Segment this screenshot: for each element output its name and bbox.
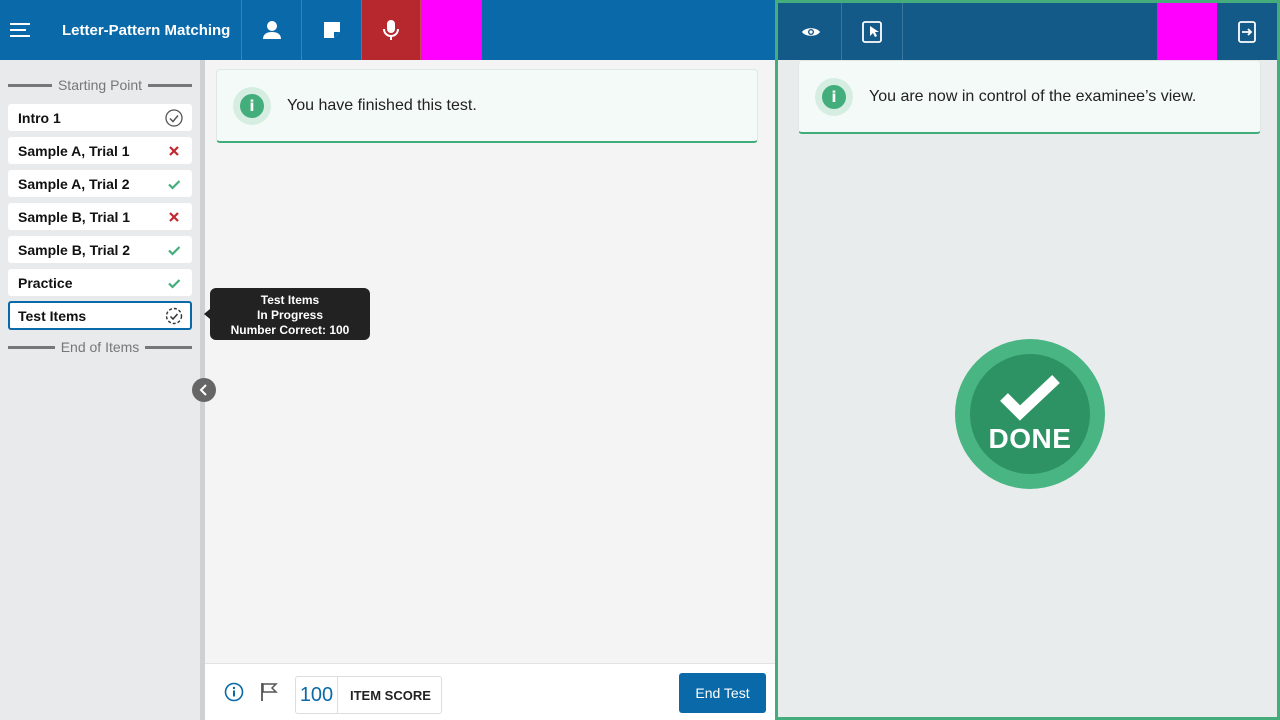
exit-examinee-button[interactable] xyxy=(1217,3,1277,60)
dashed-check-circle-icon xyxy=(165,307,183,325)
info-icon[interactable] xyxy=(224,682,244,702)
eye-icon xyxy=(802,27,820,36)
sidebar-item-test-items[interactable]: Test Items xyxy=(8,301,192,330)
examinee-control-button[interactable] xyxy=(842,3,903,60)
examinee-toolbar xyxy=(778,3,1277,60)
sidebar-item-intro-1[interactable]: Intro 1 xyxy=(8,104,192,131)
touch-screen-icon xyxy=(862,20,882,43)
starting-point-divider: Starting Point xyxy=(8,76,192,94)
sidebar-item-label: Sample B, Trial 2 xyxy=(18,241,131,258)
menu-icon xyxy=(10,23,30,37)
item-score-value[interactable]: 100 xyxy=(296,677,338,713)
end-test-button[interactable]: End Test xyxy=(679,673,766,713)
sidebar-item-label: Sample B, Trial 1 xyxy=(18,208,131,225)
sidebar-item-sample-b-trial-2[interactable]: Sample B, Trial 2 xyxy=(8,236,192,263)
exit-icon xyxy=(1238,20,1256,43)
check-icon xyxy=(168,246,181,256)
sidebar-item-label: Test Items xyxy=(18,307,87,324)
done-badge: DONE xyxy=(955,339,1105,489)
control-banner: i You are now in control of the examinee… xyxy=(798,60,1261,134)
note-icon xyxy=(323,22,340,38)
sidebar-item-sample-a-trial-1[interactable]: Sample A, Trial 1 xyxy=(8,137,192,164)
menu-button[interactable] xyxy=(0,0,42,60)
control-message: You are now in control of the examinee’s… xyxy=(869,87,1197,105)
bottom-toolbar: 100 ITEM SCORE End Test xyxy=(205,663,775,720)
finished-message: You have finished this test. xyxy=(287,96,477,114)
highlight-placeholder xyxy=(421,0,482,60)
flag-icon[interactable] xyxy=(260,682,278,702)
sidebar-item-label: Intro 1 xyxy=(18,109,61,126)
item-score-label: ITEM SCORE xyxy=(350,687,431,703)
sidebar-item-label: Practice xyxy=(18,274,73,291)
info-icon: i xyxy=(233,86,271,125)
info-icon: i xyxy=(815,77,853,116)
chevron-left-icon xyxy=(199,384,207,396)
sidebar-item-practice[interactable]: Practice xyxy=(8,269,192,296)
examiner-panel: Letter-Pattern Matching Starting Point I… xyxy=(0,0,775,720)
collapse-sidebar-button[interactable] xyxy=(192,378,216,402)
notes-button[interactable] xyxy=(302,0,362,60)
x-icon xyxy=(169,146,179,156)
microphone-icon xyxy=(383,20,399,40)
record-button[interactable] xyxy=(362,0,421,60)
end-of-items-divider: End of Items xyxy=(8,338,192,356)
check-circle-icon xyxy=(165,109,183,127)
done-label: DONE xyxy=(988,423,1072,454)
tooltip-number-correct: Number Correct: 100 xyxy=(230,323,350,337)
item-score-box[interactable]: 100 ITEM SCORE xyxy=(295,676,442,714)
item-sidebar: Starting Point Intro 1 Sample A, Trial 1… xyxy=(0,60,200,720)
person-icon xyxy=(262,21,281,39)
done-check-icon xyxy=(1000,375,1060,421)
highlight-placeholder xyxy=(1157,3,1217,60)
examinee-panel: i You are now in control of the examinee… xyxy=(775,0,1280,720)
test-title: Letter-Pattern Matching xyxy=(42,0,242,60)
tooltip-status: In Progress xyxy=(256,308,324,322)
sidebar-item-sample-a-trial-2[interactable]: Sample A, Trial 2 xyxy=(8,170,192,197)
tooltip-title: Test Items xyxy=(260,293,320,307)
sidebar-item-label: Sample A, Trial 2 xyxy=(18,175,130,192)
top-toolbar: Letter-Pattern Matching xyxy=(0,0,775,60)
finished-banner: i You have finished this test. xyxy=(216,69,758,143)
examinee-info-button[interactable] xyxy=(242,0,302,60)
sidebar-item-sample-b-trial-1[interactable]: Sample B, Trial 1 xyxy=(8,203,192,230)
sidebar-item-label: Sample A, Trial 1 xyxy=(18,142,130,159)
check-icon xyxy=(168,279,181,289)
check-icon xyxy=(168,180,181,190)
item-status-tooltip: Test Items In Progress Number Correct: 1… xyxy=(204,288,370,340)
view-toggle-button[interactable] xyxy=(781,3,842,60)
x-icon xyxy=(169,212,179,222)
